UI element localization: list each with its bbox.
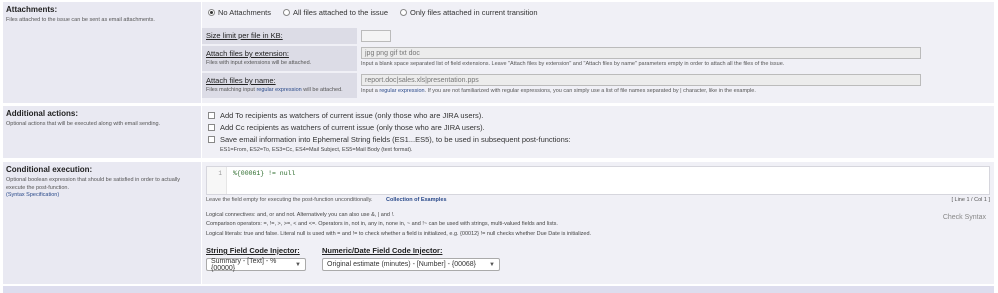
attachments-title: Attachments: bbox=[6, 5, 58, 14]
radio-no-attachments[interactable]: No Attachments bbox=[208, 8, 271, 17]
string-injector-value: Summary - [Text] - %{00000} bbox=[211, 257, 277, 272]
conditional-title: Conditional execution: bbox=[6, 165, 93, 174]
by-name-help: Files matching input regular expression … bbox=[206, 87, 353, 93]
empty-hint: Leave the field empty for executing the … bbox=[206, 197, 373, 203]
numeric-injector-select[interactable]: Original estimate (minutes) - [Number] -… bbox=[322, 258, 500, 271]
save-email-option[interactable]: Save email information into Ephemeral St… bbox=[208, 135, 571, 144]
attachments-label-panel: Attachments: Files attached to the issue… bbox=[3, 2, 201, 103]
additional-label-panel: Additional actions: Optional actions tha… bbox=[3, 106, 201, 158]
save-email-label: Save email information into Ephemeral St… bbox=[220, 135, 571, 144]
radio-label: All files attached to the issue bbox=[292, 8, 389, 17]
cursor-position: [ Line 1 / Col 1 ] bbox=[951, 197, 990, 203]
watchers-to-option[interactable]: Add To recipients as watchers of current… bbox=[208, 111, 483, 120]
by-name-label: Attach files by name: bbox=[206, 76, 276, 85]
size-limit-label: Size limit per file in KB: bbox=[206, 31, 283, 40]
next-section-strip bbox=[3, 286, 994, 293]
string-injector-select[interactable]: Summary - [Text] - %{00000} ▼ bbox=[206, 257, 306, 272]
by-extension-help: Files with input extensions will be atta… bbox=[206, 60, 312, 66]
by-extension-hint: Input a blank space separated list of fi… bbox=[361, 61, 785, 67]
radio-icon[interactable] bbox=[400, 9, 408, 16]
watchers-cc-label: Add Cc recipients as watchers of current… bbox=[220, 123, 485, 132]
by-name-input[interactable]: report.doc|sales.xls|presentation.pps bbox=[361, 74, 921, 86]
watchers-cc-option[interactable]: Add Cc recipients as watchers of current… bbox=[208, 123, 485, 132]
syntax-spec-link[interactable]: (Syntax Specification) bbox=[6, 192, 198, 200]
radio-all-files[interactable]: All files attached to the issue bbox=[282, 8, 389, 17]
examples-link[interactable]: Collection of Examples bbox=[386, 197, 447, 203]
additional-title: Additional actions: bbox=[6, 109, 78, 118]
by-name-hint-post: . If you are not familiarized with regul… bbox=[424, 88, 756, 94]
by-name-label-panel: Attach files by name: Files matching inp… bbox=[202, 73, 357, 98]
expression-code[interactable]: %{00061} != null bbox=[233, 170, 295, 177]
line-gutter: 1 bbox=[207, 167, 227, 194]
numeric-injector: Numeric/Date Field Code Injector: Origin… bbox=[322, 246, 500, 271]
check-syntax-button[interactable]: Check Syntax bbox=[943, 214, 986, 221]
attachments-content: No Attachments All files attached to the… bbox=[202, 2, 994, 103]
operators-help: Logical connectives: and, or and not. Al… bbox=[206, 211, 886, 239]
radio-label: Only files attached in current transitio… bbox=[410, 8, 538, 17]
editor-footer: Leave the field empty for executing the … bbox=[206, 197, 990, 203]
comparison-operators: Comparison operators: =, !=, >, >=, < an… bbox=[206, 221, 558, 228]
by-name-help-post: will be attached. bbox=[301, 87, 343, 93]
save-email-hint: ES1=From, ES2=To, ES3=Cc, ES4=Mail Subje… bbox=[220, 147, 413, 153]
size-limit-label-panel: Size limit per file in KB: bbox=[202, 28, 357, 44]
additional-desc: Optional actions that will be executed a… bbox=[6, 121, 161, 127]
string-injector-label: String Field Code Injector: bbox=[206, 246, 300, 255]
logical-literals: Logical literals: true and false. Litera… bbox=[206, 230, 592, 237]
attachments-desc: Files attached to the issue can be sent … bbox=[6, 17, 155, 23]
by-name-help-pre: Files matching input bbox=[206, 87, 257, 93]
by-name-hint-pre: Input a bbox=[361, 88, 380, 94]
watchers-to-label: Add To recipients as watchers of current… bbox=[220, 111, 484, 120]
attachments-radio-group: No Attachments All files attached to the… bbox=[208, 8, 538, 17]
chevron-down-icon: ▼ bbox=[489, 261, 495, 268]
checkbox-icon[interactable] bbox=[208, 112, 215, 119]
conditional-desc: Optional boolean expression that should … bbox=[6, 177, 180, 191]
radio-icon[interactable] bbox=[282, 9, 290, 16]
radio-selected-icon[interactable] bbox=[208, 9, 215, 16]
logical-connectives: Logical connectives: and, or and not. Al… bbox=[206, 212, 395, 218]
regex-hint-link[interactable]: regular expression bbox=[379, 88, 424, 94]
by-extension-label: Attach files by extension: bbox=[206, 49, 289, 58]
by-extension-input[interactable]: jpg png gif txt doc bbox=[361, 47, 921, 59]
attachments-section: Attachments: Files attached to the issue… bbox=[3, 2, 994, 103]
size-limit-input[interactable] bbox=[361, 30, 391, 42]
string-injector: String Field Code Injector: Summary - [T… bbox=[206, 246, 306, 272]
checkbox-icon[interactable] bbox=[208, 124, 215, 131]
additional-content: Add To recipients as watchers of current… bbox=[202, 106, 994, 158]
checkbox-icon[interactable] bbox=[208, 136, 215, 143]
chevron-down-icon: ▼ bbox=[295, 261, 301, 268]
by-name-hint: Input a regular expression. If you are n… bbox=[361, 88, 756, 94]
numeric-injector-label: Numeric/Date Field Code Injector: bbox=[322, 246, 443, 255]
conditional-label-panel: Conditional execution: Optional boolean … bbox=[3, 162, 201, 284]
conditional-content: 1 %{00061} != null Leave the field empty… bbox=[202, 162, 994, 284]
radio-label: No Attachments bbox=[218, 8, 271, 17]
expression-editor[interactable]: 1 %{00061} != null bbox=[206, 166, 990, 195]
radio-transition-files[interactable]: Only files attached in current transitio… bbox=[400, 8, 538, 17]
additional-actions-section: Additional actions: Optional actions tha… bbox=[3, 106, 994, 158]
by-extension-label-panel: Attach files by extension: Files with in… bbox=[202, 46, 357, 71]
regex-link[interactable]: regular expression bbox=[256, 87, 301, 93]
conditional-section: Conditional execution: Optional boolean … bbox=[3, 162, 994, 284]
numeric-injector-value: Original estimate (minutes) - [Number] -… bbox=[327, 261, 477, 268]
